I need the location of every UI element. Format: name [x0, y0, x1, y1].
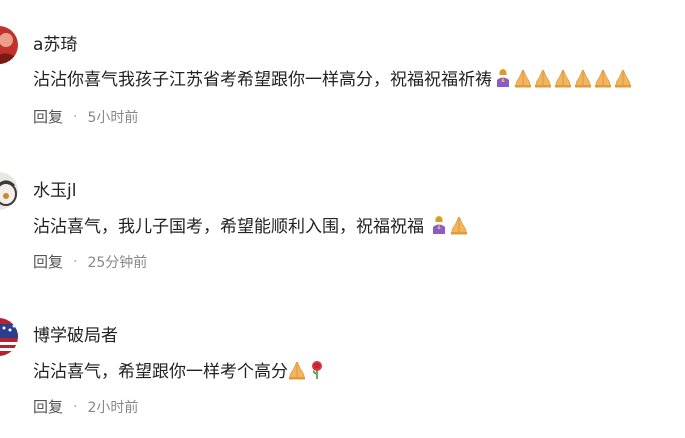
- separator-dot: ·: [73, 108, 78, 125]
- comment-meta: 回复 · 5小时前: [33, 106, 138, 127]
- folded-hands-icon: [574, 68, 592, 88]
- comment-text: 沾沾喜气，我儿子国考，希望能顺利入围，祝福祝福: [33, 217, 424, 237]
- username[interactable]: 博学破局者: [33, 321, 118, 346]
- username[interactable]: 水玉jl: [33, 176, 76, 201]
- comment-text: 沾沾你喜气我孩子江苏省考希望跟你一样高分，祝福祝福祈祷: [33, 70, 492, 90]
- folded-hands-icon: [594, 68, 612, 88]
- comment-meta: 回复 · 2小时前: [33, 396, 138, 417]
- avatar[interactable]: [0, 318, 18, 356]
- folded-hands-icon: [554, 68, 572, 88]
- folded-hands-icon: [450, 215, 468, 235]
- folded-hands-icon: [534, 68, 552, 88]
- rose-icon: [308, 360, 326, 380]
- comment-text: 沾沾喜气，希望跟你一样考个高分: [33, 362, 288, 382]
- reply-button[interactable]: 回复: [33, 251, 63, 272]
- emoji-group: [430, 215, 470, 235]
- comment-item: 水玉jl 沾沾喜气，我儿子国考，希望能顺利入围，祝福祝福 回复 · 25分钟前: [0, 145, 685, 285]
- woman-praying-icon: [430, 215, 448, 235]
- folded-hands-icon: [514, 68, 532, 88]
- avatar[interactable]: [0, 172, 18, 210]
- comment-meta: 回复 · 25分钟前: [33, 251, 147, 272]
- separator-dot: ·: [73, 398, 78, 415]
- emoji-group: [494, 68, 634, 88]
- separator-dot: ·: [73, 253, 78, 270]
- folded-hands-icon: [614, 68, 632, 88]
- comment-item: 博学破局者 沾沾喜气，希望跟你一样考个高分 回复 · 2小时前: [0, 290, 685, 438]
- comment-text-row: 沾沾喜气，我儿子国考，希望能顺利入围，祝福祝福: [33, 212, 470, 237]
- timestamp: 2小时前: [87, 399, 139, 416]
- woman-praying-icon: [494, 68, 512, 88]
- comment-text-row: 沾沾你喜气我孩子江苏省考希望跟你一样高分，祝福祝福祈祷: [33, 65, 634, 90]
- comment-item: a苏琦 沾沾你喜气我孩子江苏省考希望跟你一样高分，祝福祝福祈祷 回复 · 5小时…: [0, 0, 685, 140]
- emoji-group: [288, 360, 328, 380]
- folded-hands-icon: [288, 360, 306, 380]
- avatar[interactable]: [0, 26, 18, 64]
- reply-button[interactable]: 回复: [33, 396, 63, 417]
- reply-button[interactable]: 回复: [33, 106, 63, 127]
- timestamp: 5小时前: [87, 109, 139, 126]
- timestamp: 25分钟前: [87, 254, 148, 271]
- comment-text-row: 沾沾喜气，希望跟你一样考个高分: [33, 357, 328, 382]
- username[interactable]: a苏琦: [33, 30, 77, 55]
